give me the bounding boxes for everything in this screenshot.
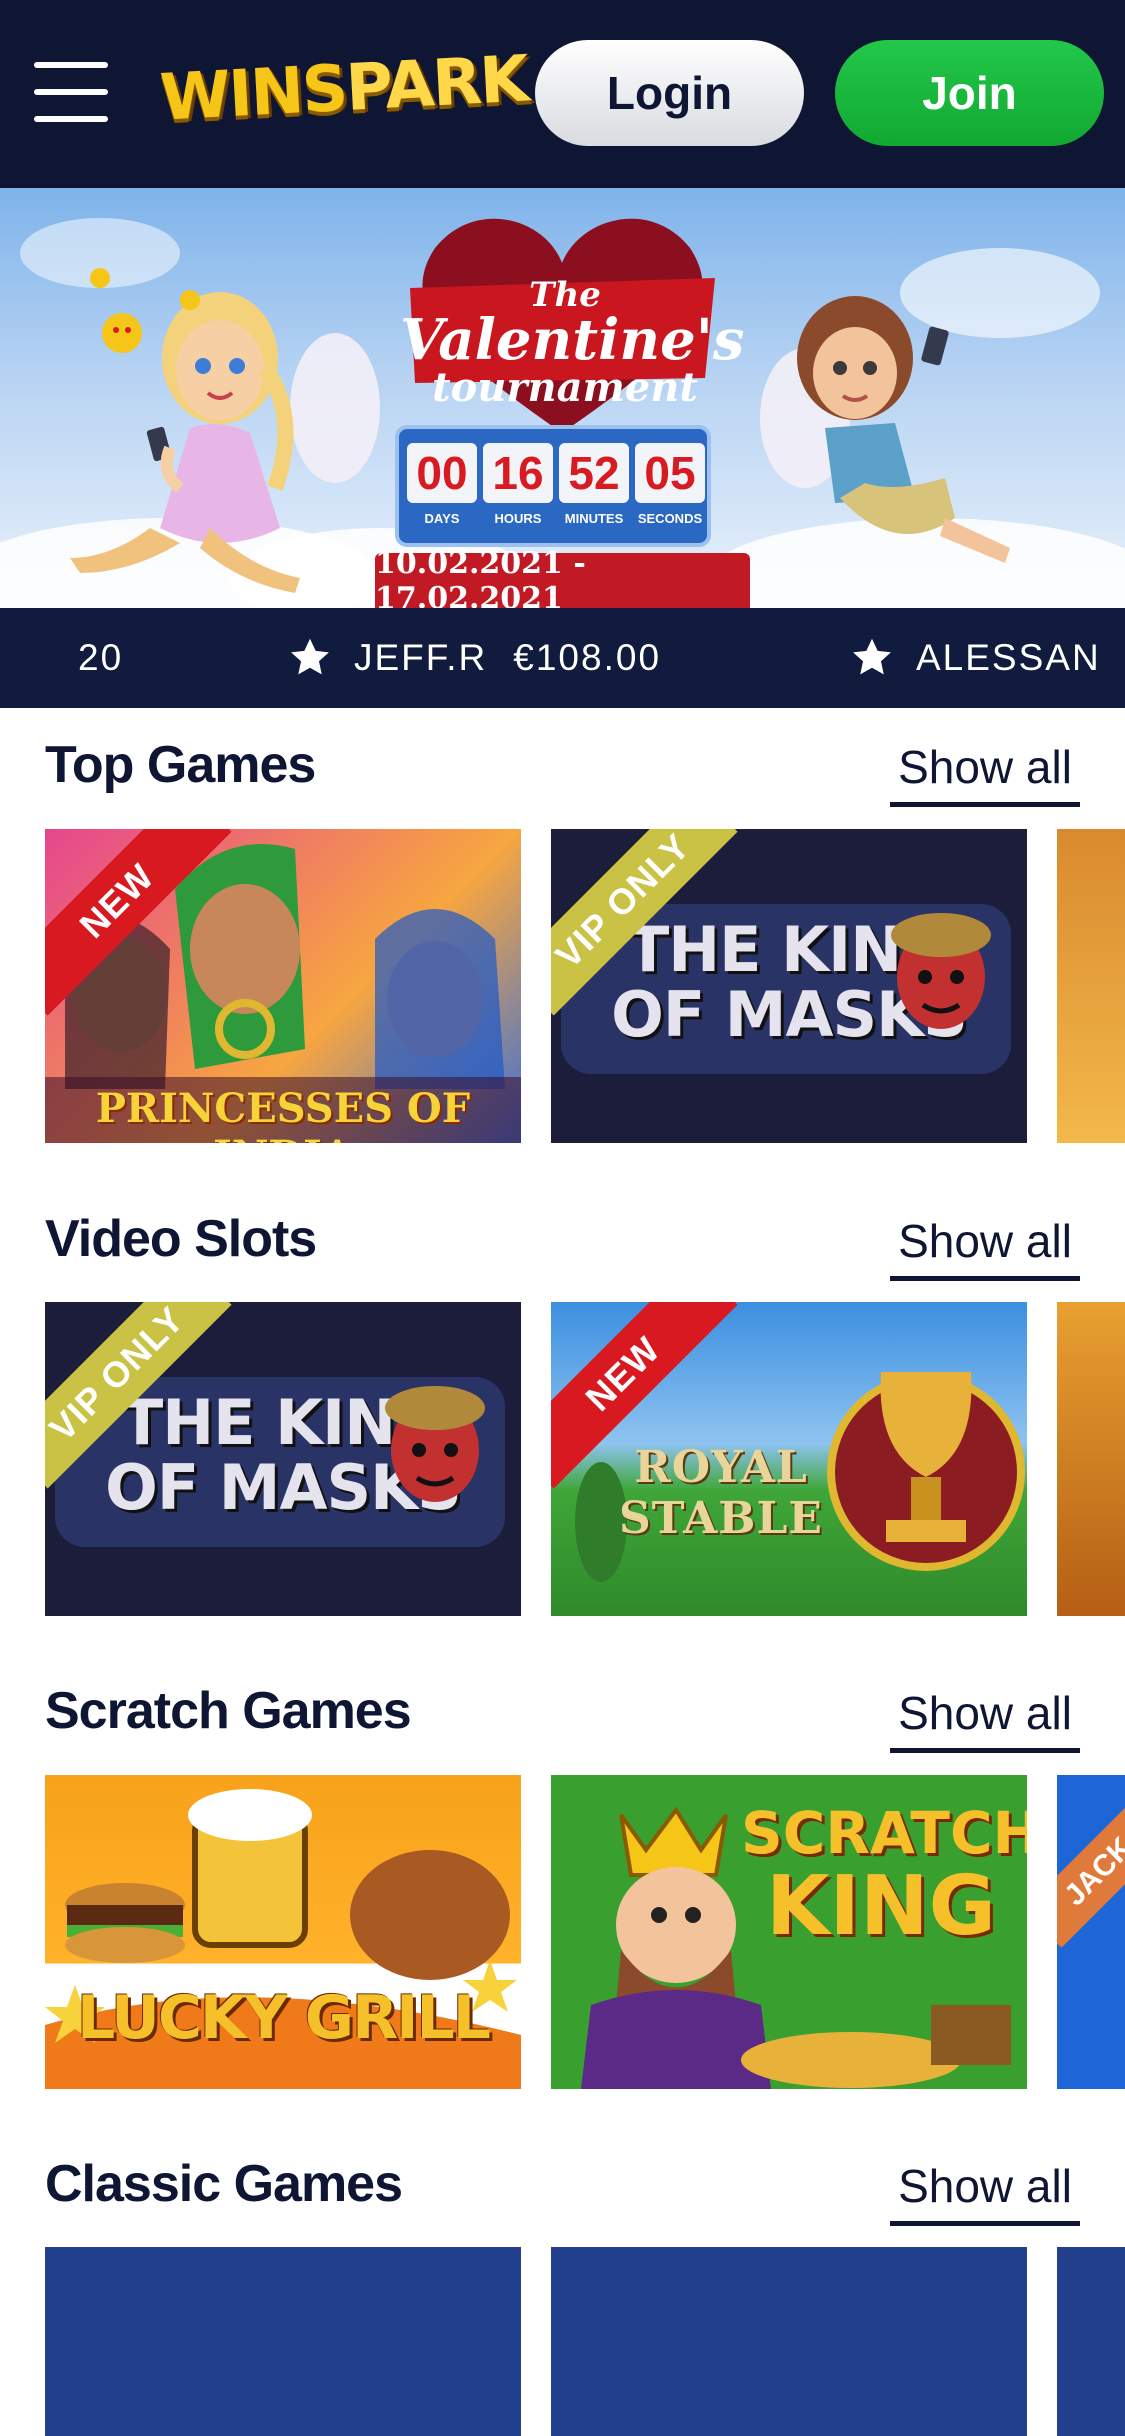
game-tile-king-of-masks[interactable]: THE KING OF MASKS VIP ONLY	[551, 829, 1027, 1143]
countdown-minutes-label: MINUTES	[564, 511, 624, 526]
section-title-scratch-games: Scratch Games	[45, 1682, 412, 1740]
ticker-winner-name: ALESSAN	[916, 637, 1101, 678]
game-title: LUCKY GRILL	[77, 1983, 491, 2053]
banner-title-line2: Valentine's	[400, 307, 745, 373]
star-icon	[291, 638, 329, 675]
countdown-days-label: DAYS	[424, 511, 460, 526]
section-title-video-slots: Video Slots	[45, 1210, 317, 1268]
logo-text-park: PARK	[344, 42, 530, 126]
countdown-minutes: 52	[559, 443, 629, 503]
game-tile-scratch-king[interactable]: SCRATCH KING	[551, 1775, 1027, 2089]
game-tile-partial[interactable]	[1057, 2247, 1125, 2436]
show-all-top-games-link[interactable]: Show all	[890, 735, 1080, 807]
top-header: WINSPARK Login Join	[0, 0, 1125, 188]
countdown-timer: 00 16 52 05 DAYS HOURS MINUTES SECONDS	[395, 425, 711, 547]
game-tile-royal-stable[interactable]: ROYAL STABLE NEW	[551, 1302, 1027, 1616]
game-title: PRINCESSES OF INDIA	[95, 1085, 471, 1143]
game-tile-partial[interactable]	[1057, 829, 1125, 1143]
countdown-seconds: 05	[635, 443, 705, 503]
banner-title-line3: tournament	[432, 364, 698, 411]
banner-title: The Valentine's tournament	[400, 278, 745, 411]
show-all-classic-games-link[interactable]: Show all	[890, 2154, 1080, 2226]
jackpot-ribbon: JACK	[1057, 1796, 1125, 1948]
game-title: ROYAL STABLE	[619, 1442, 823, 1544]
valentines-tournament-banner[interactable]: The Valentine's tournament 00 16 52 05 D…	[0, 188, 1125, 608]
game-tile-partial[interactable]	[1057, 1302, 1125, 1616]
game-tile-lucky-grill[interactable]: LUCKY GRILL	[45, 1775, 521, 2089]
ticker-item: 20	[78, 608, 123, 708]
ticker-winner-amount: €108.00	[513, 637, 662, 678]
game-tile-classic[interactable]	[551, 2247, 1027, 2436]
game-title-line2: KING	[766, 1858, 996, 1954]
mask-icon	[891, 913, 991, 1029]
countdown-days: 00	[407, 443, 477, 503]
cupid-boy-illustration	[760, 296, 1010, 563]
login-button[interactable]: Login	[535, 40, 804, 146]
section-title-classic-games: Classic Games	[45, 2155, 403, 2213]
show-all-scratch-games-link[interactable]: Show all	[890, 1681, 1080, 1753]
countdown-hours: 16	[483, 443, 553, 503]
ticker-winner-name: JEFF.R	[354, 637, 488, 678]
logo-text-wins: WINS	[158, 51, 348, 136]
game-title-line1: SCRATCH	[741, 1799, 1027, 1867]
ticker-item: ALESSAN	[850, 608, 1101, 708]
tournament-dates: 10.02.2021 - 17.02.2021	[375, 546, 750, 608]
countdown-hours-label: HOURS	[494, 511, 542, 526]
game-tile-classic[interactable]	[45, 2247, 521, 2436]
star-icon	[853, 638, 891, 675]
show-all-video-slots-link[interactable]: Show all	[890, 1209, 1080, 1281]
ticker-item: JEFF.R €108.00	[288, 608, 661, 708]
game-tile-princesses-of-india[interactable]: PRINCESSES OF INDIA NEW	[45, 829, 521, 1143]
hamburger-menu-icon[interactable]	[34, 62, 108, 122]
game-tile-king-of-masks[interactable]: THE KING OF MASKS VIP ONLY	[45, 1302, 521, 1616]
mask-icon	[385, 1386, 485, 1502]
app-root: WINSPARK Login Join The Valentine's tour…	[0, 0, 1125, 2436]
game-tile-partial[interactable]: JACK	[1057, 1775, 1125, 2089]
heart-emoji-decoration	[90, 268, 200, 353]
join-button[interactable]: Join	[835, 40, 1104, 146]
countdown-seconds-label: SECONDS	[637, 511, 703, 526]
winners-ticker: 20 JEFF.R €108.00 ALESSAN	[0, 608, 1125, 708]
winspark-logo[interactable]: WINSPARK	[158, 42, 529, 135]
section-title-top-games: Top Games	[45, 736, 316, 794]
game-title: SCRATCH KING	[741, 1799, 1027, 1954]
ticker-amount-fragment: 20	[78, 637, 124, 678]
